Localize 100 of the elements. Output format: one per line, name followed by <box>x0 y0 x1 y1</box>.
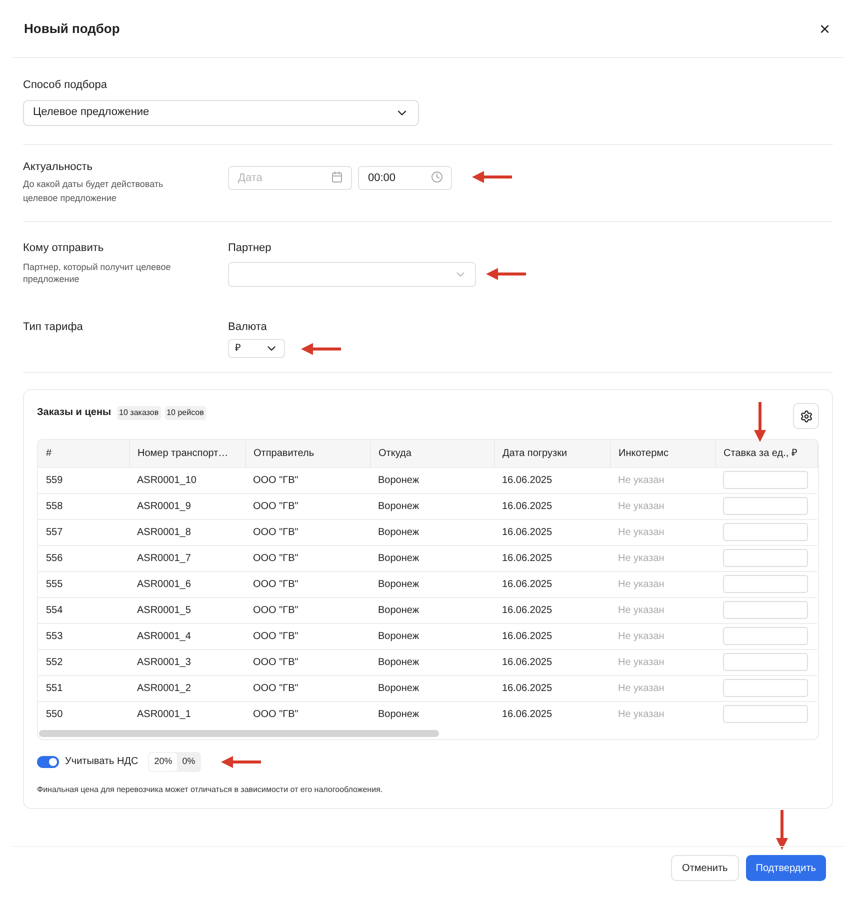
table-cell: ООО "ГВ" <box>245 571 370 597</box>
clock-icon <box>431 170 443 182</box>
table-cell: 16.06.2025 <box>494 519 610 545</box>
table-cell: ООО "ГВ" <box>245 623 370 649</box>
column-header: Номер транспорт… <box>129 440 245 467</box>
count-badge: 10 заказов <box>117 406 161 420</box>
vat-option[interactable]: 0% <box>177 753 200 770</box>
table-cell: 16.06.2025 <box>494 701 610 727</box>
table-cell: ASR0001_2 <box>129 675 245 701</box>
table-cell: 16.06.2025 <box>494 597 610 623</box>
field-label: Способ подбора <box>23 78 108 93</box>
annotation-arrow-icon <box>221 756 262 768</box>
table-cell: Воронеж <box>370 623 494 649</box>
section-title: Тип тарифа <box>23 320 84 334</box>
column-header: Инкотермс <box>610 440 715 467</box>
rate-input[interactable] <box>723 575 808 593</box>
table-cell: ASR0001_3 <box>129 649 245 675</box>
table-cell: Не указан <box>610 571 715 597</box>
table-cell: ASR0001_5 <box>129 597 245 623</box>
annotation-arrow-icon <box>472 170 512 182</box>
scrollbar-thumb[interactable] <box>39 730 439 736</box>
table-cell: 555 <box>38 571 129 597</box>
field-label: Партнер <box>228 241 272 256</box>
section-title: Кому отправить <box>23 241 105 256</box>
table-cell: Не указан <box>610 493 715 519</box>
annotation-arrow-icon <box>776 810 788 850</box>
settings-icon <box>800 410 812 422</box>
table-cell: 552 <box>38 649 129 675</box>
table-cell: ООО "ГВ" <box>245 701 370 727</box>
settings-button[interactable] <box>793 403 819 429</box>
table-cell: Не указан <box>610 597 715 623</box>
table-cell: ASR0001_6 <box>129 571 245 597</box>
rate-input[interactable] <box>723 549 808 567</box>
calendar-icon <box>331 170 343 182</box>
partner-select[interactable] <box>228 262 476 286</box>
table-cell: 16.06.2025 <box>494 493 610 519</box>
rate-input[interactable] <box>723 471 808 489</box>
date-field[interactable]: Дата <box>228 166 352 190</box>
dialog-title: Новый подбор <box>24 20 120 38</box>
table-cell: ASR0001_10 <box>129 467 245 493</box>
table-cell: 16.06.2025 <box>494 623 610 649</box>
table-cell: ООО "ГВ" <box>245 649 370 675</box>
section-title: Актуальность <box>23 160 94 174</box>
annotation-arrow-icon <box>754 402 766 442</box>
column-header: # <box>38 440 129 467</box>
field-label: Валюта <box>228 320 268 334</box>
vat-toggle[interactable] <box>37 756 59 768</box>
table-cell: Не указан <box>610 545 715 571</box>
count-badge: 10 рейсов <box>164 406 206 420</box>
column-header: Отправитель <box>245 440 370 467</box>
table-cell: 550 <box>38 701 129 727</box>
annotation-arrow-icon <box>301 342 341 354</box>
rate-input[interactable] <box>723 679 808 697</box>
table-cell: Воронеж <box>370 649 494 675</box>
table-cell: ASR0001_1 <box>129 701 245 727</box>
table-cell: ООО "ГВ" <box>245 545 370 571</box>
rate-input[interactable] <box>723 601 808 619</box>
table-cell: Не указан <box>610 519 715 545</box>
section-hint: До какой даты будет действовать целевое предложение <box>23 178 164 205</box>
table-cell: Не указан <box>610 701 715 727</box>
table-cell: 16.06.2025 <box>494 467 610 493</box>
table-cell: Воронеж <box>370 467 494 493</box>
table-cell: Не указан <box>610 649 715 675</box>
table-cell: Воронеж <box>370 493 494 519</box>
currency-select[interactable]: ₽ <box>228 339 285 358</box>
table-cell: ASR0001_7 <box>129 545 245 571</box>
table-cell: 16.06.2025 <box>494 545 610 571</box>
column-header: Ставка за ед., ₽ <box>715 440 817 467</box>
table-cell: 557 <box>38 519 129 545</box>
rate-input[interactable] <box>723 653 808 671</box>
rate-input[interactable] <box>723 705 808 724</box>
rate-input[interactable] <box>723 627 808 645</box>
table-cell: ООО "ГВ" <box>245 675 370 701</box>
table-cell: ООО "ГВ" <box>245 519 370 545</box>
table-cell: Воронеж <box>370 701 494 727</box>
confirm-button[interactable]: Подтвердить <box>746 855 826 881</box>
time-field[interactable]: 00:00 <box>358 166 452 190</box>
table-cell: 551 <box>38 675 129 701</box>
rate-input[interactable] <box>723 523 808 541</box>
table-cell: 16.06.2025 <box>494 571 610 597</box>
table-cell: Воронеж <box>370 597 494 623</box>
table-cell: Воронеж <box>370 545 494 571</box>
vat-option[interactable]: 20% <box>149 753 178 770</box>
table-cell: 554 <box>38 597 129 623</box>
annotation-arrow-icon <box>486 268 526 280</box>
table-cell: 558 <box>38 493 129 519</box>
rate-input[interactable] <box>723 497 808 515</box>
table-cell: Воронеж <box>370 519 494 545</box>
table-cell: ООО "ГВ" <box>245 493 370 519</box>
note-text: Финальная цена для перевозчика может отличаться в зависимости от его налогообложения. <box>37 784 384 796</box>
table-cell: ООО "ГВ" <box>245 467 370 493</box>
method-select[interactable]: Целевое предложение <box>23 100 419 126</box>
table-cell: Не указан <box>610 675 715 701</box>
table-cell: Воронеж <box>370 571 494 597</box>
card-title: Заказы и цены <box>37 406 112 420</box>
close-button[interactable]: × <box>819 20 830 38</box>
table-cell: 16.06.2025 <box>494 675 610 701</box>
table-cell: 553 <box>38 623 129 649</box>
table-cell: Не указан <box>610 467 715 493</box>
cancel-button[interactable]: Отменить <box>671 855 739 881</box>
